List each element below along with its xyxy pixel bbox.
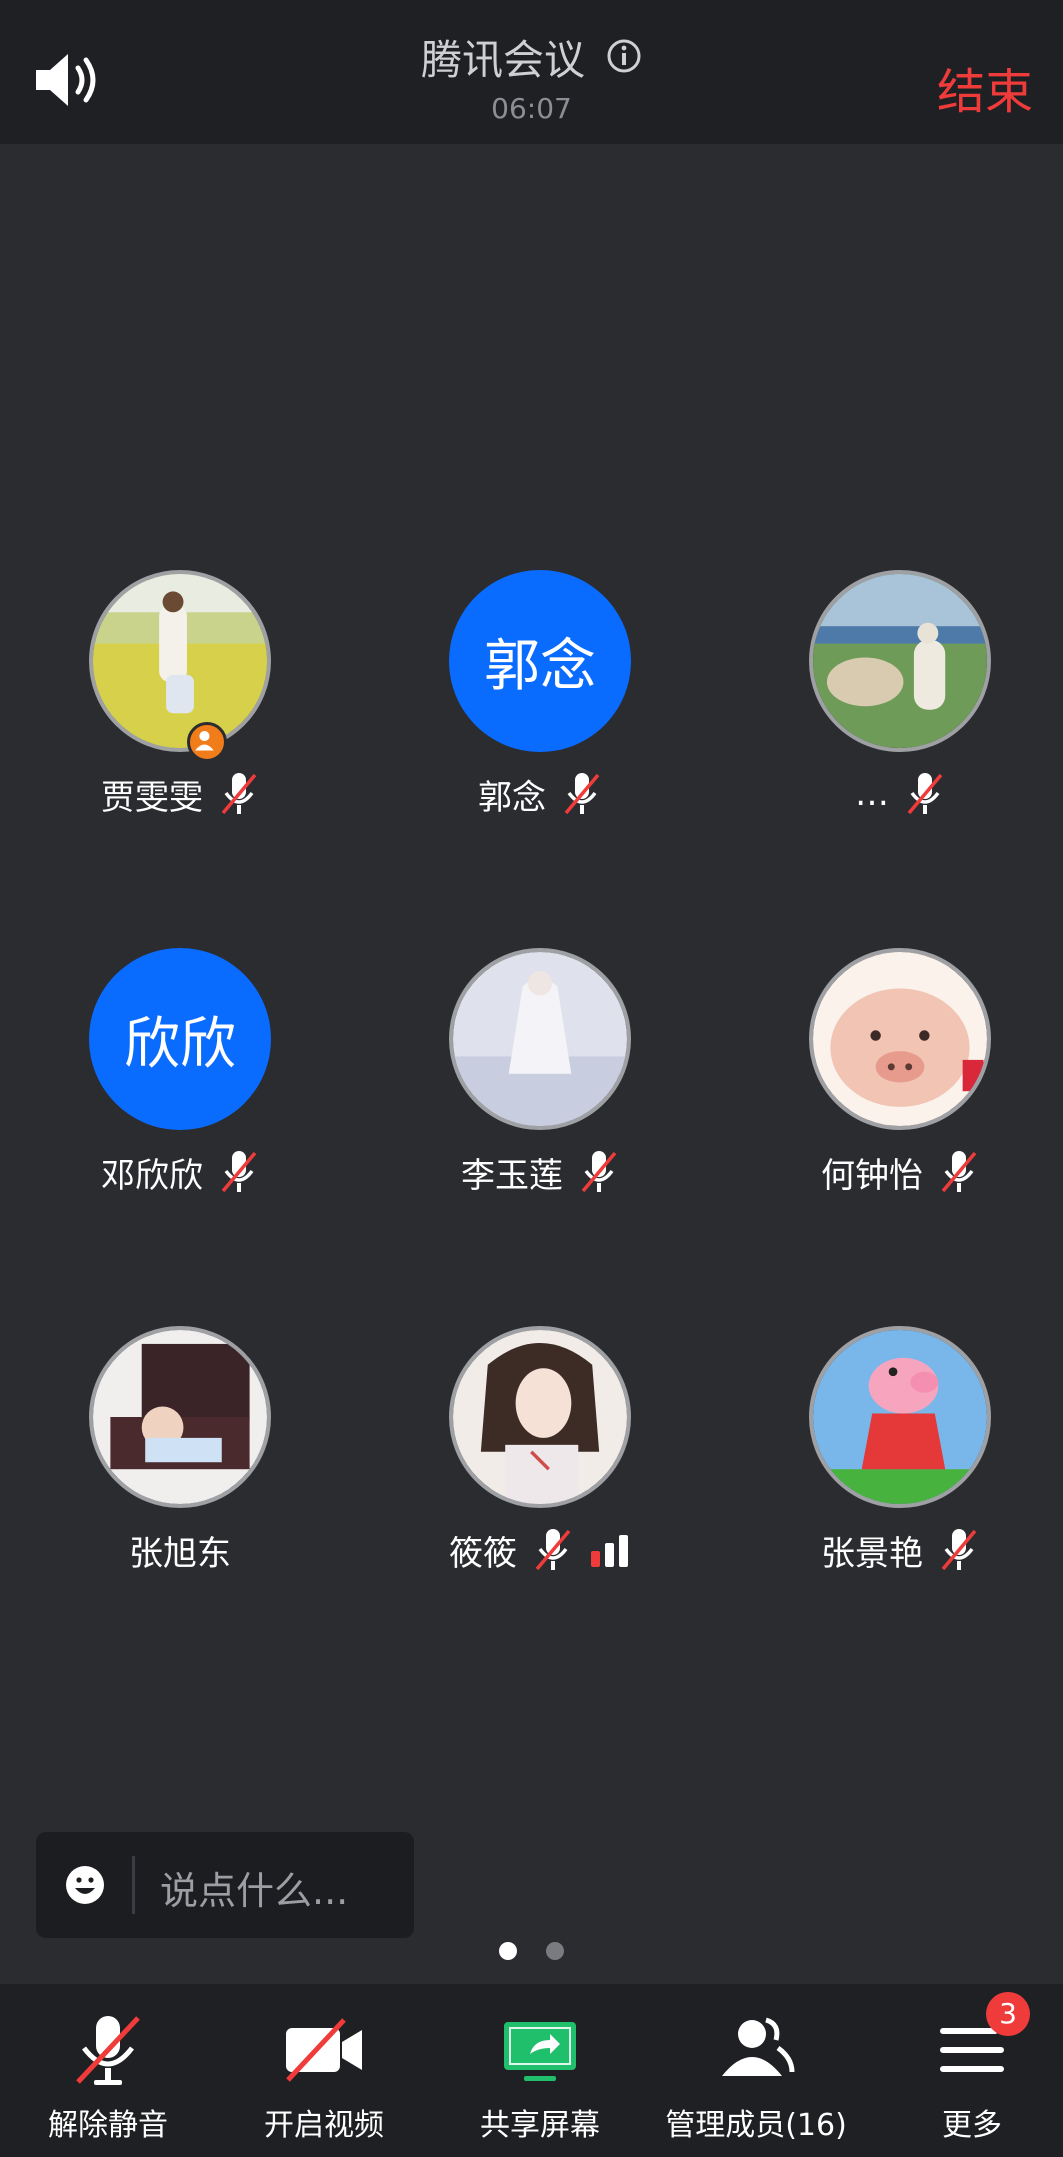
participant-tile[interactable]: 李玉莲 [390, 948, 690, 1248]
top-bar: 腾讯会议 06:07 结束 [0, 0, 1063, 144]
avatar [89, 1326, 271, 1508]
end-meeting-button[interactable]: 结束 [937, 52, 1033, 122]
avatar [449, 1326, 631, 1508]
participant-name: 郭念 [478, 777, 546, 818]
bottom-toolbar: 解除静音 开启视频 共享屏幕 管理成员(16) 3 更多 [0, 1984, 1063, 2157]
avatar [809, 1326, 991, 1508]
participant-name: … [855, 774, 889, 814]
chat-input-box[interactable]: 说点什么... [36, 1832, 414, 1938]
share-screen-icon [504, 2022, 576, 2081]
participant-name-row: 邓欣欣 [30, 1144, 330, 1200]
mic-muted-icon [76, 2016, 140, 2085]
participant-name-row: 贾雯雯 [30, 766, 330, 822]
members-icon [722, 2017, 795, 2076]
page-dot[interactable] [546, 1942, 565, 1960]
chat-divider [132, 1856, 135, 1914]
unmute-label: 解除静音 [48, 2108, 168, 2143]
participant-name: 李玉莲 [461, 1155, 563, 1196]
participant-name-row: 张景艳 [750, 1522, 1050, 1578]
participant-name-row: … [750, 766, 1050, 822]
unmute-button[interactable]: 解除静音 [2, 1984, 214, 2157]
more-label: 更多 [942, 2108, 1002, 2143]
participant-name-row: 郭念 [390, 766, 690, 822]
mic-muted-icon [564, 773, 600, 815]
chat-placeholder[interactable]: 说点什么... [160, 1860, 348, 1915]
participant-tile[interactable]: 张旭东 [30, 1326, 330, 1626]
start-video-button[interactable]: 开启视频 [218, 1984, 430, 2157]
meeting-title[interactable]: 腾讯会议 [421, 26, 585, 86]
participant-name-row: 张旭东 [30, 1522, 330, 1578]
share-screen-button[interactable]: 共享屏幕 [434, 1984, 646, 2157]
more-badge: 3 [986, 1992, 1030, 2036]
avatar [89, 570, 271, 752]
mic-muted-icon [941, 1529, 977, 1571]
meeting-timer: 06:07 [491, 92, 572, 125]
signal-strength-icon [591, 1535, 628, 1567]
host-badge-icon [187, 722, 227, 762]
info-icon[interactable] [606, 38, 642, 74]
mic-muted-icon [535, 1529, 571, 1571]
participant-tile[interactable]: 郭念 郭念 [390, 570, 690, 870]
participant-name: 何钟怡 [821, 1155, 923, 1196]
participant-tile[interactable]: 张景艳 [750, 1326, 1050, 1626]
page-dot-active[interactable] [498, 1942, 517, 1960]
start-video-label: 开启视频 [264, 2108, 384, 2143]
mic-muted-icon [581, 1151, 617, 1193]
participant-tile[interactable]: 筱筱 [390, 1326, 690, 1626]
participant-tile[interactable]: 何钟怡 [750, 948, 1050, 1248]
avatar [809, 570, 991, 752]
avatar: 欣欣 [89, 948, 271, 1130]
page-indicator [0, 1942, 1063, 1962]
participant-tile[interactable]: 贾雯雯 [30, 570, 330, 870]
participant-name: 张景艳 [821, 1533, 923, 1574]
mic-muted-icon [221, 1151, 257, 1193]
participant-tile[interactable]: 欣欣 邓欣欣 [30, 948, 330, 1248]
share-screen-label: 共享屏幕 [480, 2108, 600, 2143]
more-button[interactable]: 3 更多 [866, 1984, 1063, 2157]
participant-tile[interactable]: … [750, 570, 1050, 870]
manage-members-label: 管理成员(16) [665, 2108, 847, 2143]
mic-muted-icon [941, 1151, 977, 1193]
participant-name: 张旭东 [129, 1533, 231, 1574]
meeting-title-wrap: 腾讯会议 [0, 26, 1063, 86]
participant-name-row: 何钟怡 [750, 1144, 1050, 1200]
mic-muted-icon [907, 773, 943, 815]
avatar [809, 948, 991, 1130]
participant-name-row: 筱筱 [390, 1522, 690, 1578]
avatar [449, 948, 631, 1130]
manage-members-button[interactable]: 管理成员(16) [650, 1984, 862, 2157]
avatar: 郭念 [449, 570, 631, 752]
emoji-icon[interactable] [64, 1864, 106, 1906]
participant-name: 筱筱 [449, 1533, 517, 1574]
mic-muted-icon [221, 773, 257, 815]
participant-name-row: 李玉莲 [390, 1144, 690, 1200]
participant-name: 邓欣欣 [101, 1155, 203, 1196]
participant-name: 贾雯雯 [101, 777, 203, 818]
video-off-icon [286, 2018, 362, 2082]
